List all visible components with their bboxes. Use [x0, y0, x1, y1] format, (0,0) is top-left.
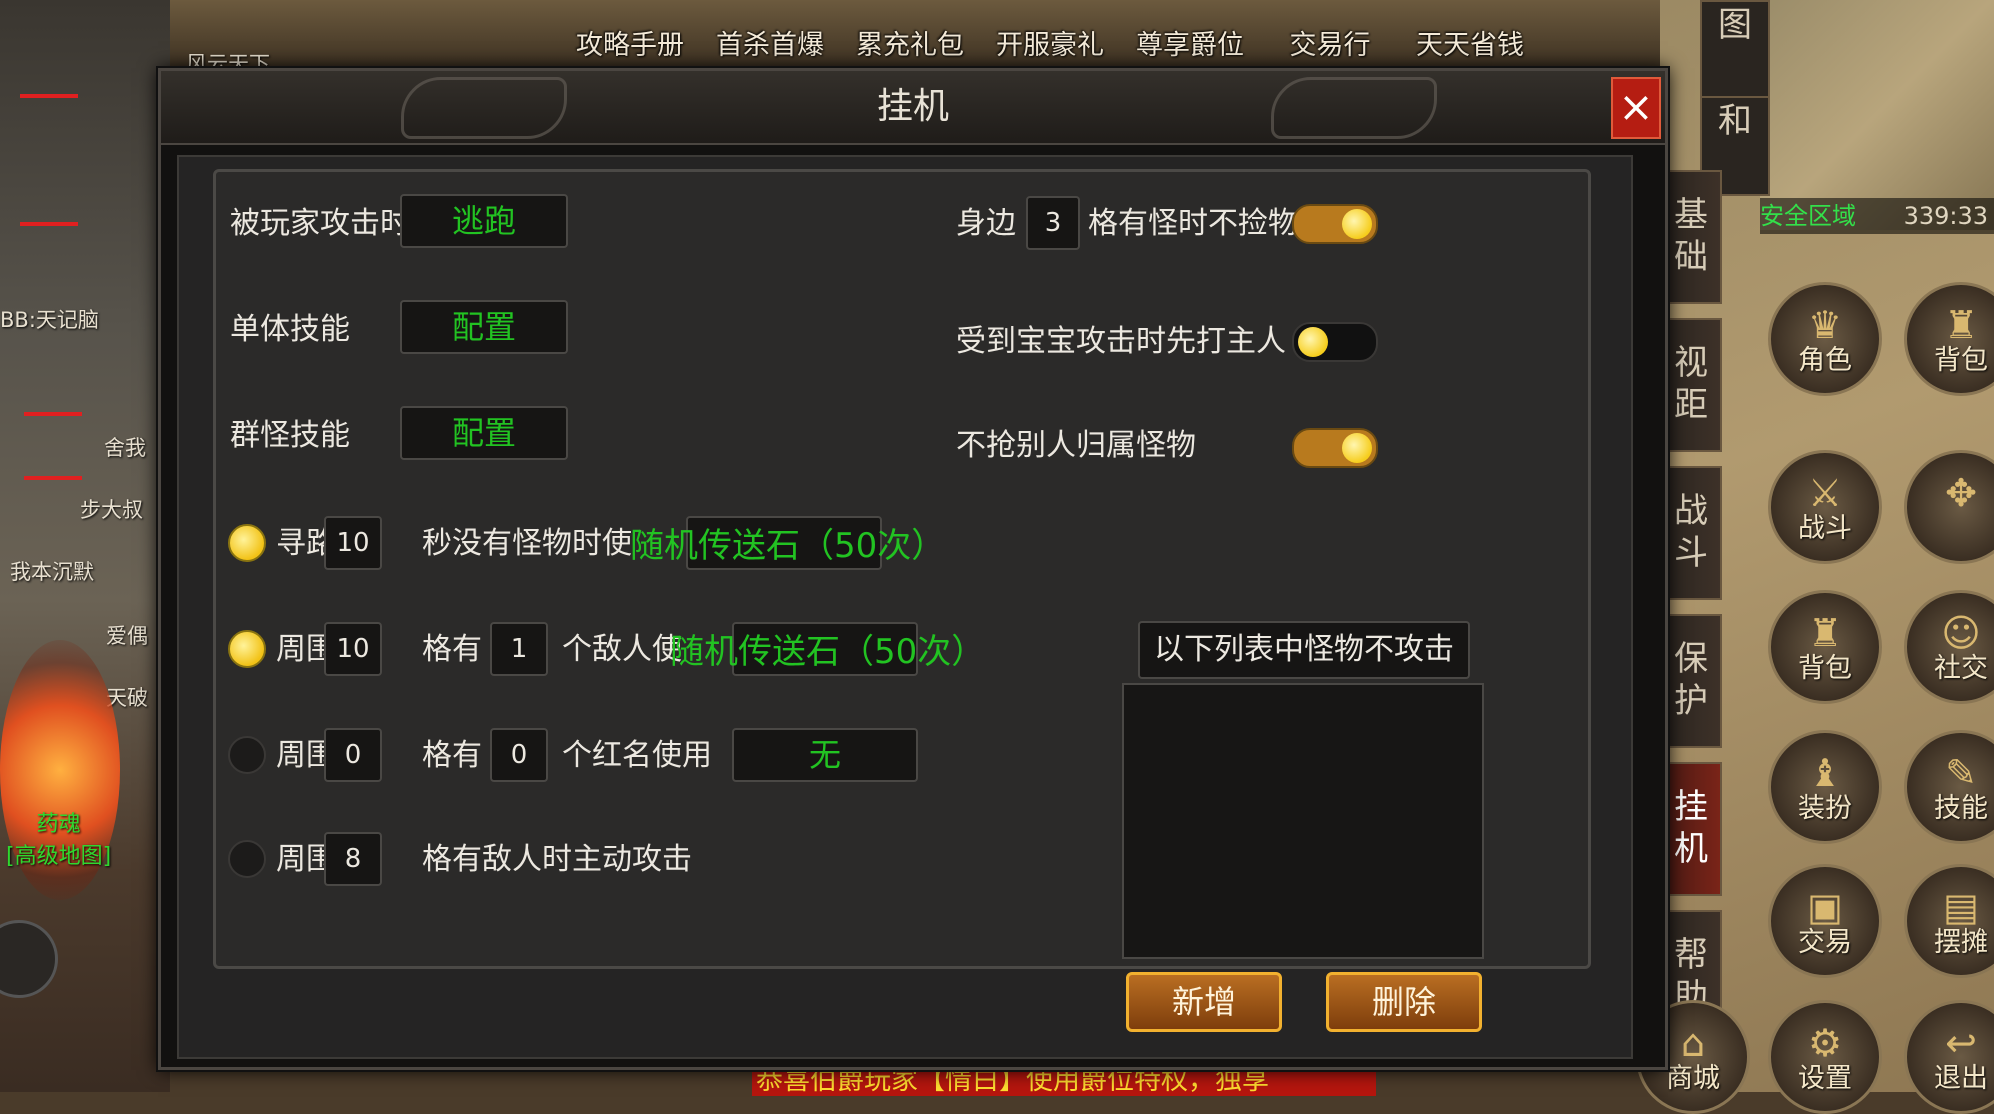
npc-subtitle: [高级地图]	[6, 844, 112, 869]
grid-label: 社交	[1934, 653, 1988, 684]
compass-icon: ✥	[1945, 471, 1977, 515]
character-button[interactable]: ♛ 角色	[1768, 282, 1882, 396]
grid-label: 背包	[1934, 345, 1988, 376]
top-menu-label: 开服豪礼	[996, 30, 1104, 61]
top-menu-label: 攻略手册	[576, 30, 684, 61]
zone-name: 安全区域	[1760, 202, 1856, 230]
grid-label: 交易	[1798, 927, 1852, 958]
top-menu-item[interactable]: 天天省钱	[1400, 0, 1540, 64]
top-menu-item[interactable]: 攻略手册	[560, 0, 700, 64]
enemy-suffix: 个敌人使	[562, 632, 682, 667]
tab-combat[interactable]: 战斗	[1660, 466, 1722, 600]
npc-label[interactable]: 药魂 [高级地图]	[6, 806, 111, 870]
delete-button[interactable]: 删除	[1326, 972, 1482, 1032]
enemy-mid: 格有	[422, 632, 482, 667]
enemy-range-input[interactable]: 10	[324, 622, 382, 676]
exclude-list-header: 以下列表中怪物不攻击	[1138, 621, 1470, 679]
bag-button[interactable]: ♜ 背包	[1768, 590, 1882, 704]
minimap[interactable]	[1760, 0, 1994, 230]
grid-label: 角色	[1798, 345, 1852, 376]
top-menu-item[interactable]: 累充礼包	[840, 0, 980, 64]
grid-label: 战斗	[1798, 513, 1852, 544]
red-suffix: 个红名使用	[562, 738, 712, 773]
top-menu-label: 累充礼包	[856, 30, 964, 61]
settings-button[interactable]: ⚙ 设置	[1768, 1000, 1882, 1114]
group-skill-label: 群怪技能	[230, 418, 350, 453]
top-menu-label: 首杀首爆	[716, 30, 824, 61]
red-range-input[interactable]: 0	[324, 728, 382, 782]
add-button[interactable]: 新增	[1126, 972, 1282, 1032]
top-menu-item[interactable]: 首杀首爆	[700, 0, 840, 64]
player-name: 步大叔	[80, 498, 143, 522]
top-menu-item[interactable]: 开服豪礼	[980, 0, 1120, 64]
tab-protect[interactable]: 保护	[1660, 614, 1722, 748]
red-item-select[interactable]: 无	[732, 728, 918, 782]
tab-view[interactable]: 视距	[1660, 318, 1722, 452]
red-mid: 格有	[422, 738, 482, 773]
enemy-count-input[interactable]: 1	[490, 622, 548, 676]
zone-status: 安全区域 339:33	[1760, 198, 1994, 234]
group-skill-config-button[interactable]: 配置	[400, 406, 568, 460]
grid-label: 装扮	[1798, 793, 1852, 824]
map-button[interactable]: 图	[1700, 0, 1770, 100]
hp-bar	[24, 476, 82, 480]
exclude-monster-list[interactable]	[1122, 683, 1484, 959]
battle-button[interactable]: ⚔ 战斗	[1768, 450, 1882, 564]
grid-label: 设置	[1798, 1063, 1852, 1094]
attack-suffix: 格有敌人时主动攻击	[422, 842, 692, 877]
settings-panel: 被玩家攻击时 逃跑 单体技能 配置 群怪技能 配置 寻路 10 秒没有怪物时使 …	[213, 169, 1591, 1032]
hp-bar	[24, 412, 82, 416]
player-name: 舍我	[104, 436, 146, 460]
single-skill-label: 单体技能	[230, 312, 350, 347]
map-coords: 339:33	[1903, 202, 1988, 230]
hp-bar	[20, 94, 78, 98]
enemy-item-label: 随机传送石（50次）	[670, 632, 986, 672]
trade-button[interactable]: ▣ 交易	[1768, 864, 1882, 978]
top-menu-item[interactable]: 尊享爵位	[1120, 0, 1260, 64]
attack-range-input[interactable]: 8	[324, 832, 382, 886]
pet-attack-label: 受到宝宝攻击时先打主人	[956, 324, 1286, 359]
tab-auto[interactable]: 挂机	[1660, 762, 1722, 896]
grid-label: 背包	[1798, 653, 1852, 684]
pet-attack-toggle[interactable]	[1292, 322, 1378, 362]
red-count-input[interactable]: 0	[490, 728, 548, 782]
top-menu-label: 天天省钱	[1416, 30, 1524, 61]
grid-label: 技能	[1934, 793, 1988, 824]
single-skill-config-button[interactable]: 配置	[400, 300, 568, 354]
dialog-title: 挂机	[876, 86, 949, 127]
auto-attack-radio[interactable]	[228, 840, 266, 878]
close-button[interactable]: ×	[1611, 77, 1661, 139]
player-name: 爱偶	[106, 624, 148, 648]
top-menu: 攻略手册 首杀首爆 累充礼包 开服豪礼 尊享爵位 交易行 天天省钱	[560, 0, 1540, 64]
player-name: 我本沉默	[10, 560, 94, 584]
no-steal-toggle[interactable]	[1292, 428, 1378, 468]
attacked-action-select[interactable]: 逃跑	[400, 194, 568, 248]
outfit-button[interactable]: ♝ 装扮	[1768, 730, 1882, 844]
pathfind-seconds-input[interactable]: 10	[324, 516, 382, 570]
top-menu-label: 尊享爵位	[1136, 30, 1244, 61]
toggle-knob	[1342, 209, 1372, 239]
top-menu-item[interactable]: 交易行	[1260, 0, 1400, 64]
no-pickup-toggle[interactable]	[1292, 204, 1378, 244]
auto-battle-dialog: 挂机 × 被玩家攻击时 逃跑 单体技能 配置 群怪技能 配置 寻路 10 秒没有…	[158, 68, 1668, 1070]
grid-label: 摆摊	[1934, 927, 1988, 958]
player-name: BB:天记脑	[0, 308, 99, 332]
npc-name: 药魂	[36, 812, 81, 837]
toggle-knob	[1342, 433, 1372, 463]
enemy-radio[interactable]	[228, 630, 266, 668]
pathfind-item-label: 随机传送石（50次）	[630, 526, 946, 566]
no-steal-label: 不抢别人归属怪物	[956, 428, 1196, 463]
nearby-suffix: 格有怪时不捡物	[1088, 206, 1298, 241]
toggle-knob	[1298, 327, 1328, 357]
hp-bar	[20, 222, 78, 226]
red-name-radio[interactable]	[228, 736, 266, 774]
pathfind-suffix: 秒没有怪物时使	[422, 526, 632, 561]
grid-label: 退出	[1934, 1063, 1988, 1094]
attacked-label: 被玩家攻击时	[230, 206, 410, 241]
nearby-range-input[interactable]: 3	[1026, 196, 1080, 250]
pathfind-radio[interactable]	[228, 524, 266, 562]
tab-basic[interactable]: 基础	[1660, 170, 1722, 304]
top-menu-label: 交易行	[1289, 30, 1371, 61]
nearby-prefix: 身边	[956, 206, 1016, 241]
